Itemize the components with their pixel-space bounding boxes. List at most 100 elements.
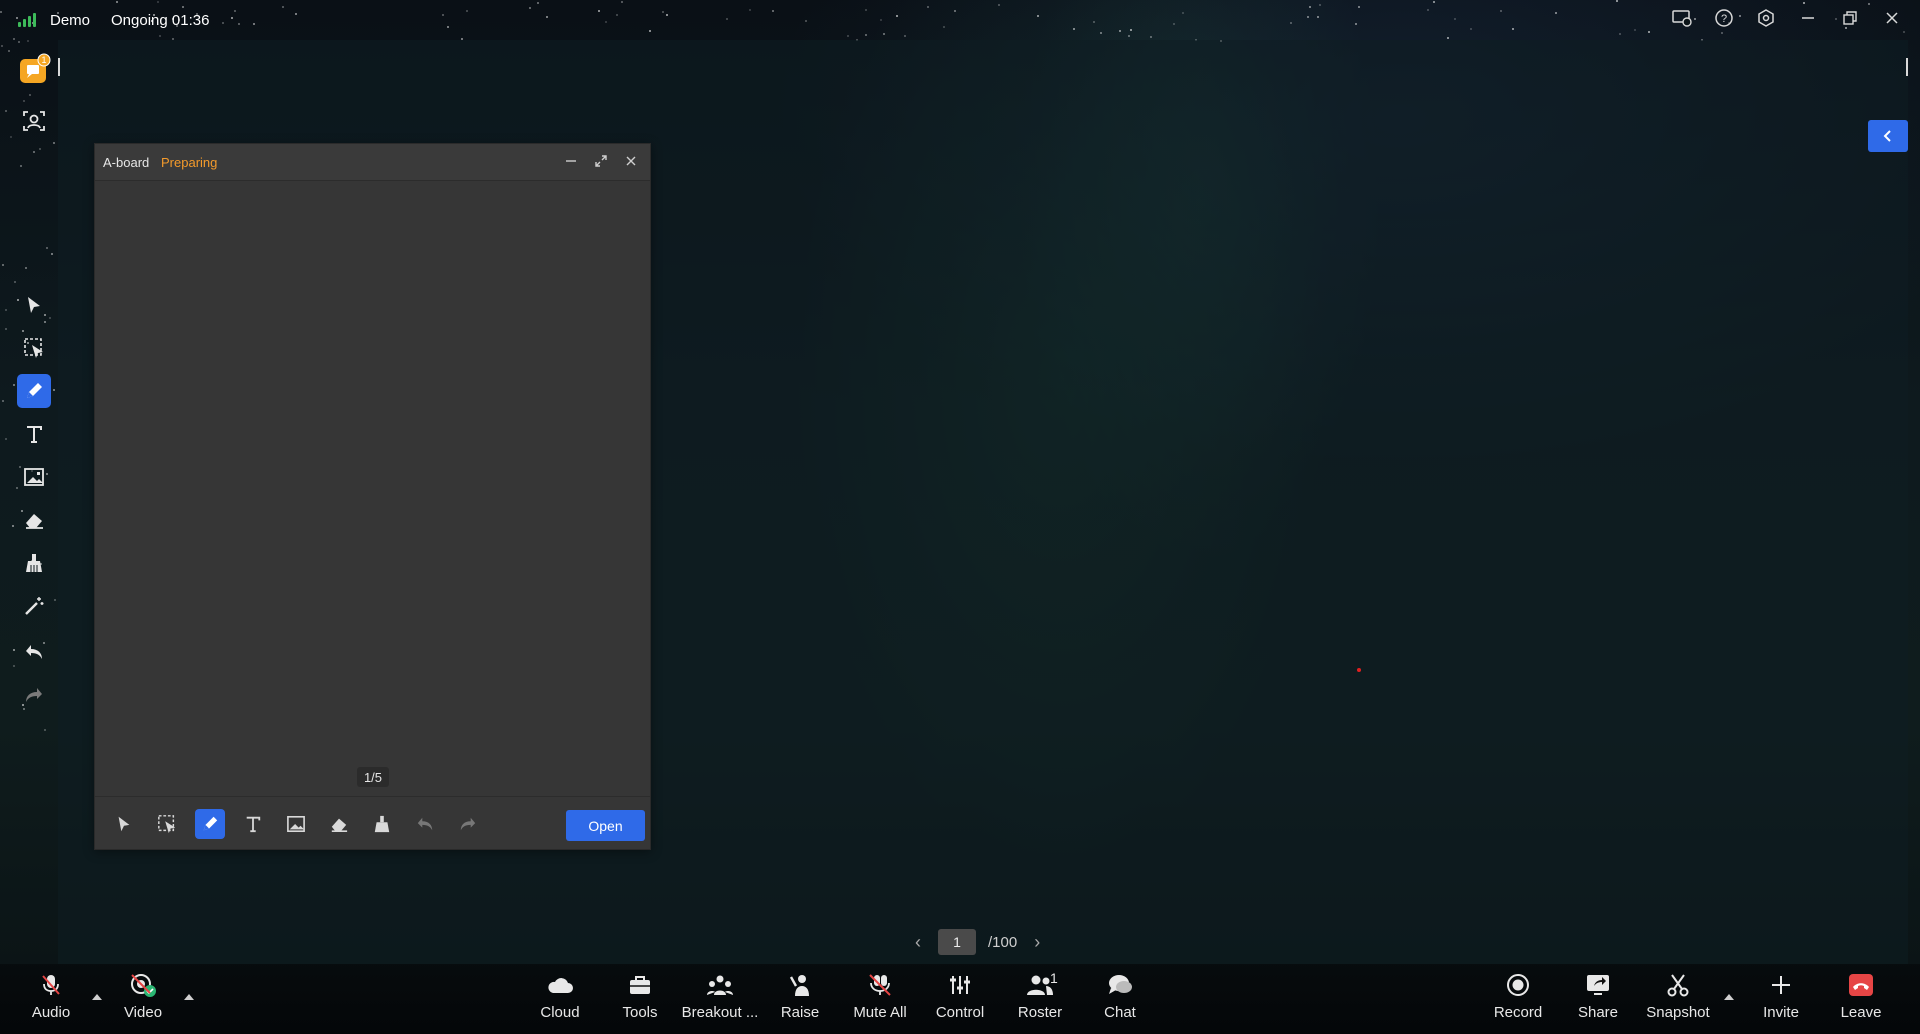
aboard-redo-tool[interactable] xyxy=(453,809,483,839)
meeting-status: Ongoing 01:36 xyxy=(111,12,210,29)
audio-label: Audio xyxy=(31,1004,71,1021)
clear-tool[interactable] xyxy=(17,546,51,580)
aboard-image-tool[interactable] xyxy=(281,809,311,839)
image-tool[interactable] xyxy=(17,460,51,494)
invite-button[interactable]: Invite xyxy=(1741,970,1821,1030)
select-icon xyxy=(28,297,40,313)
pen-icon xyxy=(27,383,42,398)
minimize-icon[interactable] xyxy=(1798,8,1818,28)
pen-tool[interactable] xyxy=(17,374,51,408)
screen-share-icon[interactable] xyxy=(1672,8,1692,28)
mute-all-label: Mute All xyxy=(853,1004,907,1021)
breakout-label: Breakout ... xyxy=(681,1004,759,1021)
fullscreen-icon[interactable] xyxy=(592,152,610,170)
lasso-select-tool[interactable] xyxy=(17,331,51,365)
aboard-select-tool[interactable] xyxy=(109,809,139,839)
chat-label: Chat xyxy=(1104,1004,1136,1021)
aboard-status: Preparing xyxy=(161,155,218,170)
raise-hand-icon xyxy=(789,975,809,996)
muted-mic-icon xyxy=(42,975,60,995)
canvas-corner-marker xyxy=(58,58,78,76)
tools-button[interactable]: Tools xyxy=(600,970,680,1030)
current-page-input[interactable]: 1 xyxy=(938,929,976,955)
video-button[interactable]: Video xyxy=(103,970,183,1030)
left-toolbar: 1 xyxy=(0,40,58,964)
aboard-window[interactable]: A-board Preparing 1/5 Open xyxy=(94,143,651,850)
chevron-left-icon[interactable]: ‹ xyxy=(910,932,926,953)
svg-text:?: ? xyxy=(1721,13,1727,25)
leave-label: Leave xyxy=(1840,1004,1882,1021)
redo-tool[interactable] xyxy=(17,678,51,712)
chevron-right-icon[interactable]: › xyxy=(1029,932,1045,953)
window-controls: ? xyxy=(1672,8,1902,28)
participant-view-button[interactable] xyxy=(17,104,51,138)
aboard-title-bar[interactable]: A-board Preparing xyxy=(95,144,650,181)
help-icon[interactable]: ? xyxy=(1714,8,1734,28)
aboard-text-tool[interactable] xyxy=(238,809,268,839)
leave-button[interactable]: Leave xyxy=(1821,970,1901,1030)
redo-icon xyxy=(460,817,476,831)
meeting-name: Demo xyxy=(50,12,91,29)
plus-icon xyxy=(1772,976,1790,994)
laser-dot xyxy=(1357,668,1361,672)
title-bar: Demo Ongoing 01:36 ? xyxy=(0,0,1920,40)
close-icon[interactable] xyxy=(622,152,640,170)
undo-icon xyxy=(26,645,42,659)
sliders-icon xyxy=(950,976,970,994)
video-label: Video xyxy=(123,1004,163,1021)
person-frame-icon xyxy=(23,111,45,131)
record-button[interactable]: Record xyxy=(1478,970,1558,1030)
raise-label: Raise xyxy=(780,1004,820,1021)
open-button[interactable]: Open xyxy=(566,810,645,841)
cloud-button[interactable]: Cloud xyxy=(520,970,600,1030)
snapshot-button[interactable]: Snapshot xyxy=(1638,970,1718,1030)
raise-hand-button[interactable]: Raise xyxy=(760,970,840,1030)
text-icon xyxy=(246,816,261,833)
minimize-icon[interactable] xyxy=(562,152,580,170)
breakout-button[interactable]: Breakout ... xyxy=(680,970,760,1030)
video-options-caret[interactable] xyxy=(184,994,194,1000)
roster-label: Roster xyxy=(1017,1004,1063,1021)
pen-icon xyxy=(203,816,218,831)
share-button[interactable]: Share xyxy=(1558,970,1638,1030)
restore-icon[interactable] xyxy=(1840,8,1860,28)
clear-icon xyxy=(374,815,390,833)
breakout-rooms-icon xyxy=(707,975,733,995)
laser-pointer-tool[interactable] xyxy=(17,589,51,623)
page-navigator: ‹ 1 /100 › xyxy=(910,929,1045,955)
control-label: Control xyxy=(935,1004,985,1021)
aboard-eraser-tool[interactable] xyxy=(324,809,354,839)
mute-all-button[interactable]: Mute All xyxy=(840,970,920,1030)
notification-button[interactable]: 1 xyxy=(17,53,51,87)
aboard-lasso-tool[interactable] xyxy=(152,809,182,839)
control-button[interactable]: Control xyxy=(920,970,1000,1030)
lasso-select-icon xyxy=(158,815,176,834)
text-icon xyxy=(27,426,42,443)
audio-options-caret[interactable] xyxy=(92,994,102,1000)
roster-button[interactable]: 1 Roster xyxy=(1000,970,1080,1030)
text-tool[interactable] xyxy=(17,417,51,451)
image-icon xyxy=(287,815,305,833)
chat-button[interactable]: Chat xyxy=(1080,970,1160,1030)
audio-button[interactable]: Audio xyxy=(11,970,91,1030)
eraser-tool[interactable] xyxy=(17,503,51,537)
undo-tool[interactable] xyxy=(17,635,51,669)
video-camera-icon xyxy=(131,974,156,997)
signal-strength-icon xyxy=(18,11,36,27)
aboard-window-controls xyxy=(562,152,640,170)
aboard-clear-tool[interactable] xyxy=(367,809,397,839)
aboard-pen-tool[interactable] xyxy=(195,809,225,839)
settings-icon[interactable] xyxy=(1756,8,1776,28)
tools-label: Tools xyxy=(622,1004,658,1021)
invite-label: Invite xyxy=(1763,1004,1799,1021)
aboard-undo-tool[interactable] xyxy=(410,809,440,839)
select-tool[interactable] xyxy=(17,288,51,322)
expand-panel-button[interactable] xyxy=(1868,120,1908,152)
notification-badge: 1 xyxy=(41,55,46,65)
image-icon xyxy=(24,468,44,486)
close-icon[interactable] xyxy=(1882,8,1902,28)
roster-count: 1 xyxy=(1050,970,1058,986)
chevron-left-icon xyxy=(1883,130,1891,142)
record-icon xyxy=(1507,974,1529,996)
snapshot-options-caret[interactable] xyxy=(1724,994,1734,1000)
